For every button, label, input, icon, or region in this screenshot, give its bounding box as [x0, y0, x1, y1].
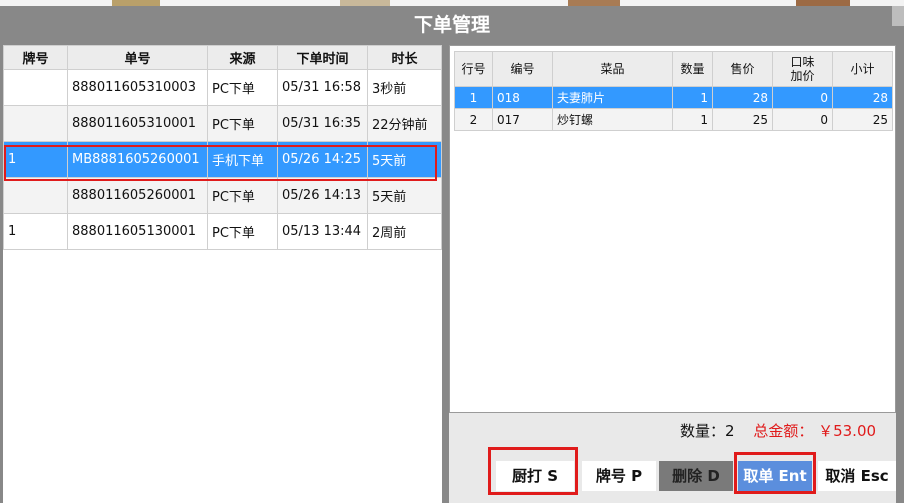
order-duration: 22分钟前	[367, 105, 442, 142]
order-time: 05/26 14:25	[277, 141, 368, 178]
order-number: 888011605260001	[67, 177, 208, 214]
item-price: 28	[712, 86, 773, 109]
order-plate: 1	[3, 213, 68, 250]
order-number: 888011605310003	[67, 69, 208, 106]
plate-number-button[interactable]: 牌号 P	[582, 461, 656, 491]
cancel-button[interactable]: 取消 Esc	[818, 461, 896, 491]
item-flavor-extra: 0	[772, 86, 833, 109]
order-duration: 3秒前	[367, 69, 442, 106]
order-duration: 2周前	[367, 213, 442, 250]
item-row-selected[interactable]: 1 018 夫妻肺片 1 28 0 28	[454, 86, 893, 109]
header-extra-label: 加价	[790, 69, 815, 83]
item-quantity: 1	[672, 108, 713, 131]
order-items-table: 行号 编号 菜品 数量 售价 口味 加价 小计 1 018 夫妻肺片 1 28 0…	[454, 51, 893, 131]
column-header-code[interactable]: 编号	[492, 51, 553, 87]
dialog-title: 下单管理	[0, 6, 904, 42]
order-row[interactable]: 888011605260001 PC下单 05/26 14:13 5天前	[3, 177, 442, 214]
order-time: 05/13 13:44	[277, 213, 368, 250]
item-line: 2	[454, 108, 493, 131]
order-time: 05/31 16:35	[277, 105, 368, 142]
column-header-duration[interactable]: 时长	[367, 45, 442, 70]
order-row[interactable]: 888011605310003 PC下单 05/31 16:58 3秒前	[3, 69, 442, 106]
order-source: PC下单	[207, 105, 278, 142]
item-dish: 炒钉螺	[552, 108, 673, 131]
delete-button[interactable]: 删除 D	[659, 461, 733, 491]
order-plate	[3, 177, 68, 214]
order-time: 05/31 16:58	[277, 69, 368, 106]
order-row-selected[interactable]: 1 MB8881605260001 手机下单 05/26 14:25 5天前	[3, 141, 442, 178]
orders-table: 牌号 单号 来源 下单时间 时长 888011605310003 PC下单 05…	[3, 45, 442, 250]
column-header-order-no[interactable]: 单号	[67, 45, 208, 70]
kitchen-print-button[interactable]: 厨打 S	[496, 461, 574, 491]
item-subtotal: 28	[832, 86, 893, 109]
column-header-price[interactable]: 售价	[712, 51, 773, 87]
order-plate	[3, 69, 68, 106]
order-time: 05/26 14:13	[277, 177, 368, 214]
total-amount: 总金额： ￥53.00	[753, 422, 877, 440]
column-header-source[interactable]: 来源	[207, 45, 278, 70]
order-source: PC下单	[207, 213, 278, 250]
order-row[interactable]: 888011605310001 PC下单 05/31 16:35 22分钟前	[3, 105, 442, 142]
order-number: 888011605310001	[67, 105, 208, 142]
order-plate	[3, 105, 68, 142]
take-order-button[interactable]: 取单 Ent	[738, 461, 812, 491]
order-source: PC下单	[207, 177, 278, 214]
item-quantity: 1	[672, 86, 713, 109]
order-summary: 数量：2 总金额： ￥53.00	[680, 420, 900, 440]
order-plate: 1	[3, 141, 68, 178]
order-row[interactable]: 1 888011605130001 PC下单 05/13 13:44 2周前	[3, 213, 442, 250]
orders-header-row: 牌号 单号 来源 下单时间 时长	[3, 45, 442, 70]
order-source: PC下单	[207, 69, 278, 106]
order-duration: 5天前	[367, 177, 442, 214]
order-number: 888011605130001	[67, 213, 208, 250]
items-header-row: 行号 编号 菜品 数量 售价 口味 加价 小计	[454, 51, 893, 87]
item-line: 1	[454, 86, 493, 109]
orders-panel: 牌号 单号 来源 下单时间 时长 888011605310003 PC下单 05…	[3, 45, 442, 503]
column-header-line[interactable]: 行号	[454, 51, 493, 87]
item-flavor-extra: 0	[772, 108, 833, 131]
order-source: 手机下单	[207, 141, 278, 178]
order-items-panel: 行号 编号 菜品 数量 售价 口味 加价 小计 1 018 夫妻肺片 1 28 0…	[449, 45, 896, 413]
header-flavor-label: 口味	[790, 55, 815, 69]
total-quantity: 数量：2	[680, 422, 735, 440]
column-header-order-time[interactable]: 下单时间	[277, 45, 368, 70]
column-header-plate[interactable]: 牌号	[3, 45, 68, 70]
item-row[interactable]: 2 017 炒钉螺 1 25 0 25	[454, 108, 893, 131]
column-header-dish[interactable]: 菜品	[552, 51, 673, 87]
item-code: 017	[492, 108, 553, 131]
order-number: MB8881605260001	[67, 141, 208, 178]
column-header-quantity[interactable]: 数量	[672, 51, 713, 87]
item-subtotal: 25	[832, 108, 893, 131]
column-header-subtotal[interactable]: 小计	[832, 51, 893, 87]
column-header-flavor-extra[interactable]: 口味 加价	[772, 51, 833, 87]
order-duration: 5天前	[367, 141, 442, 178]
item-dish: 夫妻肺片	[552, 86, 673, 109]
item-code: 018	[492, 86, 553, 109]
item-price: 25	[712, 108, 773, 131]
corner-decoration	[892, 6, 904, 26]
